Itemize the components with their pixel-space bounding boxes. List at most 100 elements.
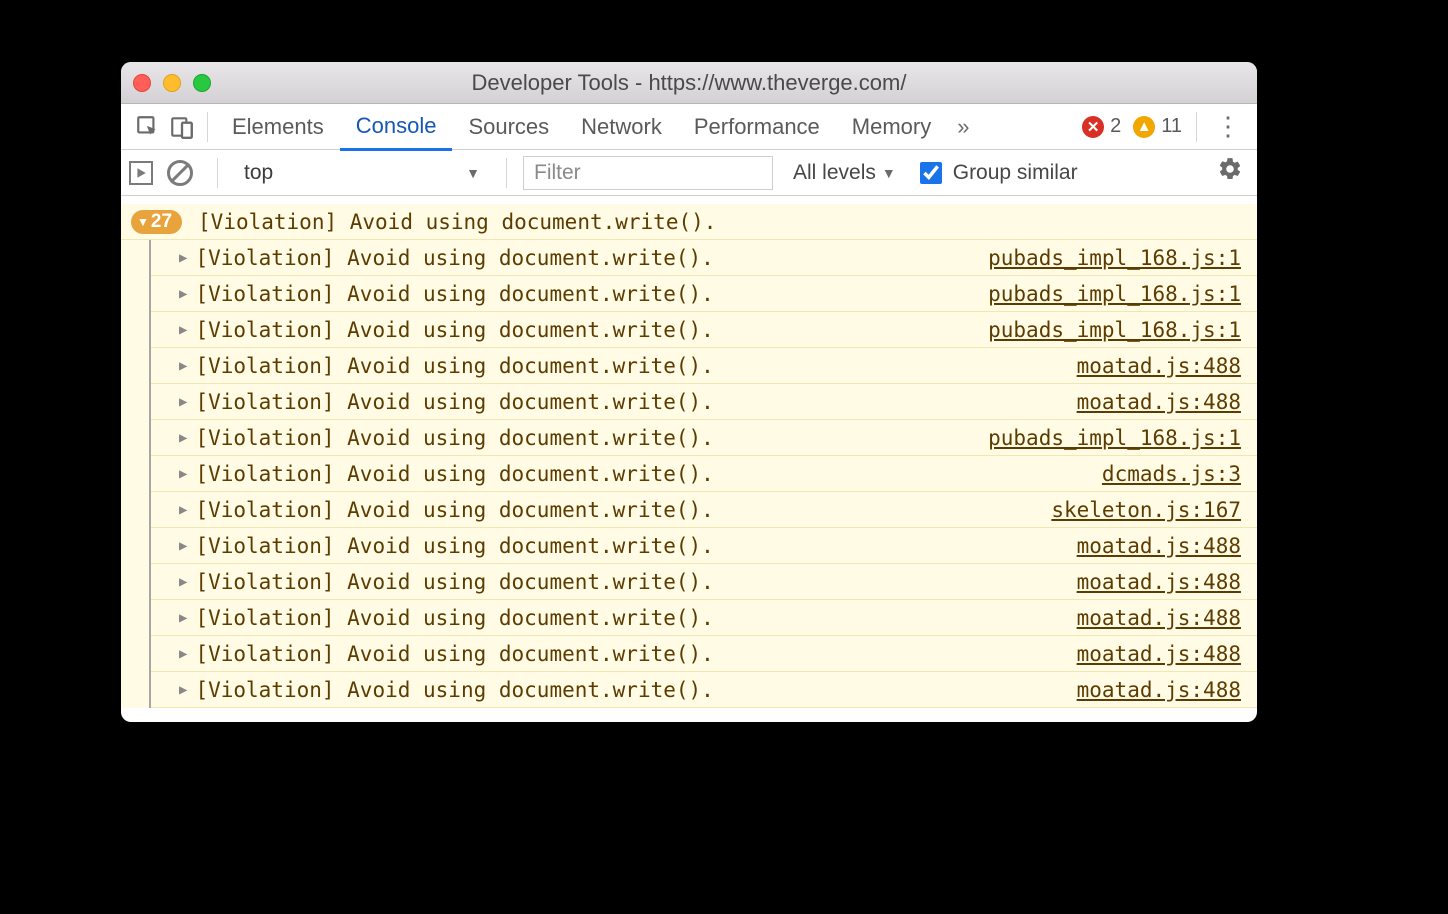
- devtools-tabs: Elements Console Sources Network Perform…: [121, 104, 1257, 150]
- log-row[interactable]: ▶ [Violation] Avoid using document.write(…: [151, 348, 1257, 384]
- toggle-drawer-icon[interactable]: [129, 161, 153, 185]
- divider: [217, 158, 218, 188]
- log-source-link[interactable]: pubads_impl_168.js:1: [988, 246, 1241, 270]
- warning-count[interactable]: ▲ 11: [1127, 115, 1188, 138]
- divider: [207, 112, 208, 142]
- disclosure-triangle-icon[interactable]: ▶: [179, 610, 187, 626]
- context-select[interactable]: top ▼: [234, 156, 490, 190]
- log-message: [Violation] Avoid using document.write()…: [195, 354, 1076, 378]
- disclosure-triangle-icon[interactable]: ▶: [179, 430, 187, 446]
- disclosure-triangle-icon[interactable]: ▶: [179, 646, 187, 662]
- log-row[interactable]: ▶ [Violation] Avoid using document.write(…: [151, 384, 1257, 420]
- device-toggle-icon[interactable]: [165, 110, 199, 144]
- window-title: Developer Tools - https://www.theverge.c…: [121, 70, 1257, 96]
- devtools-window: Developer Tools - https://www.theverge.c…: [121, 62, 1257, 722]
- clear-console-icon[interactable]: [167, 160, 193, 186]
- zoom-window-button[interactable]: [193, 74, 211, 92]
- group-similar-label: Group similar: [953, 161, 1078, 185]
- disclosure-triangle-icon[interactable]: ▶: [179, 286, 187, 302]
- log-message: [Violation] Avoid using document.write()…: [195, 246, 988, 270]
- log-message: [Violation] Avoid using document.write()…: [195, 426, 988, 450]
- group-count-pill[interactable]: ▼ 27: [131, 210, 182, 234]
- warning-count-number: 11: [1161, 115, 1182, 138]
- log-source-link[interactable]: pubads_impl_168.js:1: [988, 318, 1241, 342]
- disclosure-triangle-icon[interactable]: ▶: [179, 250, 187, 266]
- minimize-window-button[interactable]: [163, 74, 181, 92]
- disclosure-triangle-icon[interactable]: ▶: [179, 322, 187, 338]
- disclosure-triangle-icon[interactable]: ▶: [179, 574, 187, 590]
- tab-sources[interactable]: Sources: [452, 104, 565, 150]
- divider: [1196, 112, 1197, 142]
- log-row[interactable]: ▶ [Violation] Avoid using document.write(…: [151, 672, 1257, 708]
- log-rows: ▶ [Violation] Avoid using document.write(…: [149, 240, 1257, 708]
- log-source-link[interactable]: moatad.js:488: [1077, 642, 1241, 666]
- group-similar-toggle[interactable]: Group similar: [916, 159, 1078, 187]
- disclosure-triangle-icon[interactable]: ▶: [179, 538, 187, 554]
- disclosure-triangle-icon[interactable]: ▶: [179, 466, 187, 482]
- group-similar-checkbox[interactable]: [920, 162, 942, 184]
- error-count-number: 2: [1110, 115, 1121, 138]
- filter-input[interactable]: [523, 156, 773, 190]
- tab-performance[interactable]: Performance: [678, 104, 836, 150]
- log-row[interactable]: ▶[Violation] Avoid using document.write(…: [151, 636, 1257, 672]
- log-source-link[interactable]: moatad.js:488: [1077, 606, 1241, 630]
- tab-elements[interactable]: Elements: [216, 104, 340, 150]
- disclosure-triangle-icon[interactable]: ▶: [179, 502, 187, 518]
- violation-group-header[interactable]: ▼ 27 [Violation] Avoid using document.wr…: [121, 204, 1257, 240]
- log-row[interactable]: ▶ [Violation] Avoid using document.write(…: [151, 276, 1257, 312]
- disclosure-triangle-icon[interactable]: ▶: [179, 358, 187, 374]
- log-message: [Violation] Avoid using document.write()…: [195, 462, 1101, 486]
- log-row[interactable]: ▶ [Violation] Avoid using document.write(…: [151, 600, 1257, 636]
- traffic-lights: [133, 74, 211, 92]
- log-source-link[interactable]: moatad.js:488: [1077, 678, 1241, 702]
- log-message: [Violation] Avoid using document.write()…: [195, 282, 988, 306]
- log-source-link[interactable]: pubads_impl_168.js:1: [988, 426, 1241, 450]
- log-source-link[interactable]: skeleton.js:167: [1051, 498, 1241, 522]
- context-select-value: top: [244, 161, 273, 185]
- gear-icon[interactable]: [1211, 156, 1249, 189]
- error-icon: ✕: [1082, 116, 1104, 138]
- previous-message-edge: [121, 196, 1257, 204]
- log-row[interactable]: ▶ [Violation] Avoid using document.write(…: [151, 312, 1257, 348]
- disclosure-triangle-icon[interactable]: ▶: [179, 682, 187, 698]
- console-toolbar: top ▼ All levels ▼ Group similar: [121, 150, 1257, 196]
- disclosure-triangle-icon[interactable]: ▶: [179, 394, 187, 410]
- log-row[interactable]: ▶ [Violation] Avoid using document.write(…: [151, 456, 1257, 492]
- divider: [506, 158, 507, 188]
- chevron-down-icon: ▼: [466, 165, 480, 181]
- tab-memory[interactable]: Memory: [836, 104, 947, 150]
- log-message: [Violation] Avoid using document.write()…: [195, 570, 1076, 594]
- log-message: [Violation] Avoid using document.write()…: [195, 606, 1076, 630]
- devtools-menu-icon[interactable]: ⋮: [1205, 111, 1251, 142]
- log-source-link[interactable]: dcmads.js:3: [1102, 462, 1241, 486]
- tab-console[interactable]: Console: [340, 105, 453, 151]
- log-row[interactable]: ▶[Violation] Avoid using document.write(…: [151, 492, 1257, 528]
- log-source-link[interactable]: moatad.js:488: [1077, 570, 1241, 594]
- error-count[interactable]: ✕ 2: [1076, 115, 1127, 138]
- log-levels-label: All levels: [793, 161, 876, 185]
- triangle-down-icon: ▼: [137, 215, 149, 229]
- log-source-link[interactable]: moatad.js:488: [1077, 534, 1241, 558]
- inspect-element-icon[interactable]: [131, 110, 165, 144]
- log-message: [Violation] Avoid using document.write()…: [195, 534, 1076, 558]
- log-source-link[interactable]: moatad.js:488: [1077, 390, 1241, 414]
- log-source-link[interactable]: pubads_impl_168.js:1: [988, 282, 1241, 306]
- group-message: [Violation] Avoid using document.write()…: [198, 210, 716, 234]
- group-count: 27: [151, 211, 172, 233]
- log-message: [Violation] Avoid using document.write()…: [195, 318, 988, 342]
- close-window-button[interactable]: [133, 74, 151, 92]
- tab-network[interactable]: Network: [565, 104, 678, 150]
- more-tabs-icon[interactable]: »: [947, 114, 979, 140]
- log-levels-select[interactable]: All levels ▼: [779, 161, 910, 185]
- console-output: ▼ 27 [Violation] Avoid using document.wr…: [121, 196, 1257, 708]
- titlebar: Developer Tools - https://www.theverge.c…: [121, 62, 1257, 104]
- log-message: [Violation] Avoid using document.write()…: [195, 678, 1076, 702]
- chevron-down-icon: ▼: [882, 165, 896, 181]
- log-source-link[interactable]: moatad.js:488: [1077, 354, 1241, 378]
- log-row[interactable]: ▶ [Violation] Avoid using document.write(…: [151, 564, 1257, 600]
- log-row[interactable]: ▶ [Violation] Avoid using document.write(…: [151, 240, 1257, 276]
- log-row[interactable]: ▶ [Violation] Avoid using document.write(…: [151, 528, 1257, 564]
- log-message: [Violation] Avoid using document.write()…: [195, 390, 1076, 414]
- log-row[interactable]: ▶ [Violation] Avoid using document.write(…: [151, 420, 1257, 456]
- warning-icon: ▲: [1133, 116, 1155, 138]
